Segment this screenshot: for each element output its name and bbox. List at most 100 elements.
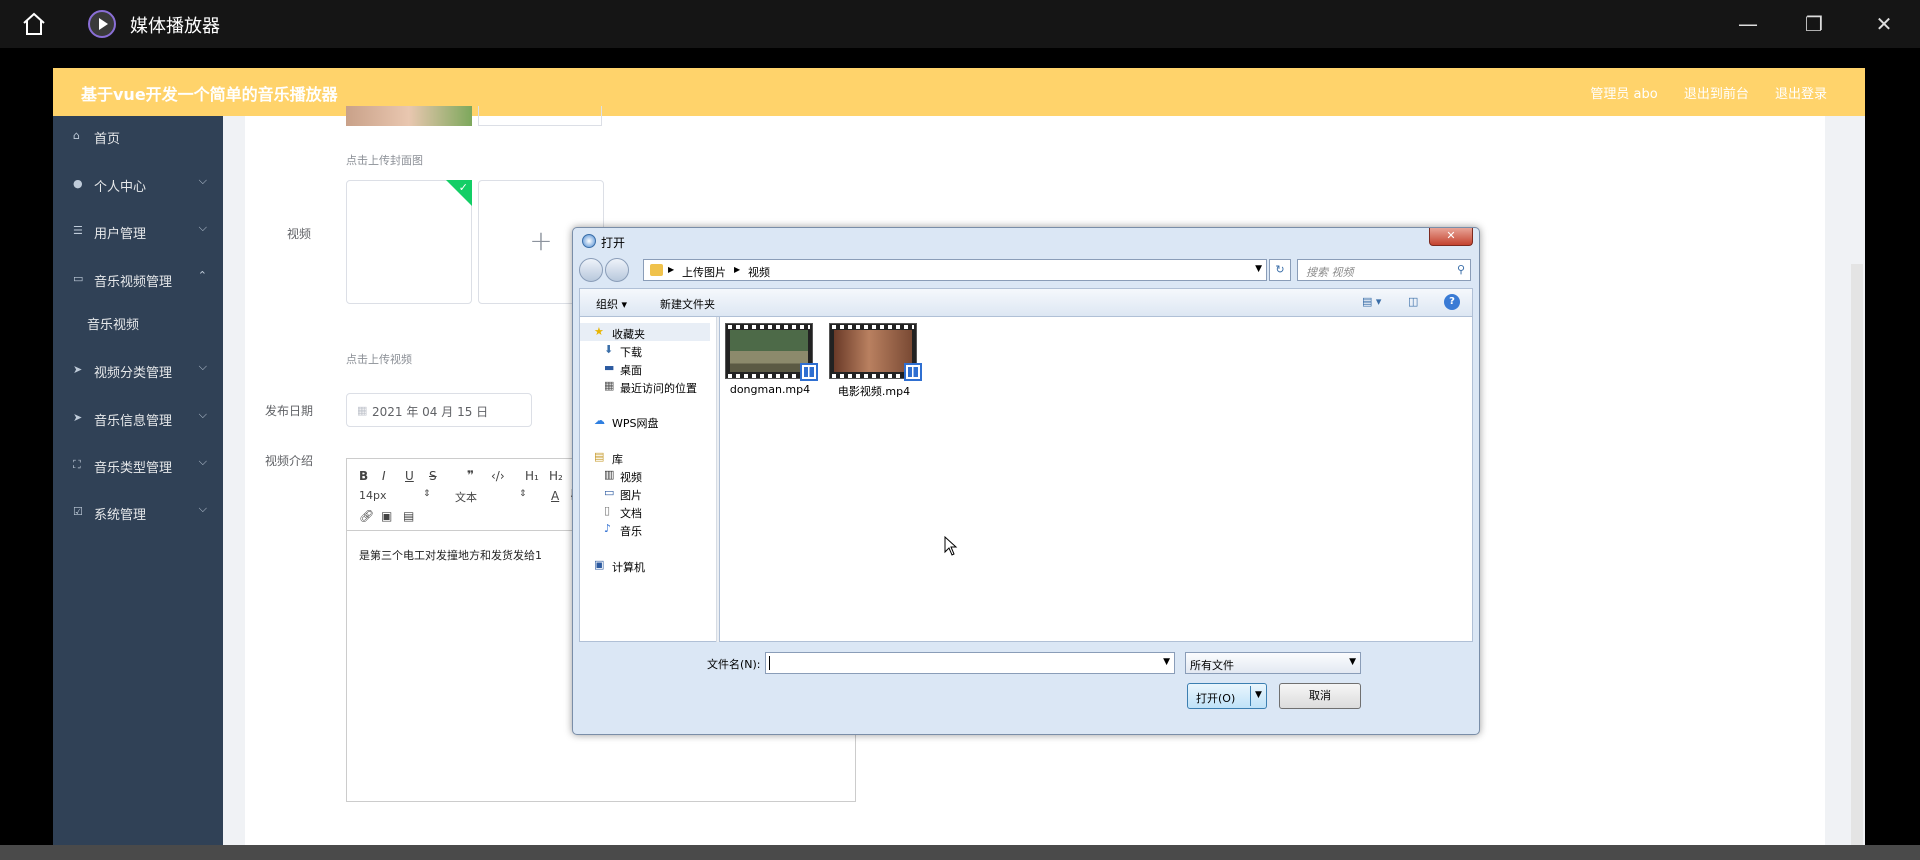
minimize-button[interactable]: — [1734, 10, 1762, 38]
chevron-down-icon: ⌵ [198, 360, 207, 373]
code-icon[interactable]: ‹/› [491, 469, 505, 483]
chevron-right-icon: ▶ [734, 265, 741, 274]
app-brand: 基于vue开发一个简单的音乐播放器 [81, 85, 338, 104]
folder-icon [650, 264, 663, 276]
video-label: 视频 [287, 227, 312, 241]
window-title: 媒体播放器 [130, 16, 220, 37]
split-separator [1250, 686, 1251, 706]
sort-icon: ⇕ [423, 489, 431, 499]
dialog-close-button[interactable]: ✕ [1429, 228, 1473, 246]
close-button[interactable]: ✕ [1870, 10, 1898, 38]
player-badge-icon [800, 363, 818, 381]
view-icon[interactable]: ▤ ▾ [1362, 295, 1381, 308]
italic-icon[interactable]: I [382, 469, 386, 483]
font-size-select[interactable]: 14px [359, 489, 387, 502]
forward-button[interactable] [605, 258, 629, 282]
admin-link[interactable]: 管理员 abo [1590, 87, 1657, 102]
organize-button[interactable]: 组织 ▾ [596, 296, 627, 312]
dialog-footer: 文件名(N): ▼ 所有文件 ▼ 打开(O) ▼ 取消 [579, 642, 1473, 728]
file-type-select[interactable]: 所有文件 ▼ [1185, 652, 1361, 674]
sidebar-item-system[interactable]: ☑ 系统管理 ⌵ [53, 492, 223, 532]
cancel-button[interactable]: 取消 [1279, 683, 1361, 709]
bold-icon[interactable]: B [359, 469, 368, 483]
video-icon[interactable]: ▤ [403, 509, 414, 523]
download-icon: ⬇ [604, 343, 614, 356]
navigation-bar: ▶ 上传图片 ▶ 视频 ▼ ↻ 搜索 视频 ⚲ [579, 258, 1473, 282]
preview-pane-icon[interactable]: ◫ [1408, 295, 1418, 308]
link-icon[interactable]: 🔗︎ [359, 509, 374, 523]
sidebar-item-video-category[interactable]: ➤ 视频分类管理 ⌵ [53, 350, 223, 390]
music-icon: ♪ [604, 522, 612, 535]
window-titlebar: 媒体播放器 — ❐ ✕ [0, 0, 1920, 48]
nav-pictures[interactable]: ▭ 图片 [580, 485, 710, 503]
computer-icon: ▣ [594, 558, 605, 571]
uploaded-video-item[interactable]: ✓ [346, 180, 472, 304]
nav-label: 图片 [620, 489, 642, 502]
new-folder-button[interactable]: 新建文件夹 [660, 296, 715, 312]
desktop-icon: ▬ [604, 361, 615, 374]
nav-label: 计算机 [612, 561, 645, 574]
h1-icon[interactable]: H₁ [525, 469, 539, 483]
breadcrumb-videos[interactable]: 视频 [748, 264, 770, 280]
restore-button[interactable]: ❐ [1800, 10, 1828, 38]
nav-desktop[interactable]: ▬ 桌面 [580, 360, 710, 378]
nav-computer[interactable]: ▣ 计算机 [580, 557, 710, 575]
file-item[interactable]: 电影视频.mp4 [824, 323, 924, 403]
file-name: dongman.mp4 [729, 383, 811, 396]
nav-music[interactable]: ♪ 音乐 [580, 521, 710, 539]
sidebar-item-music-info[interactable]: ➤ 音乐信息管理 ⌵ [53, 398, 223, 438]
underline-icon[interactable]: U [405, 469, 414, 483]
sidebar-item-music-type[interactable]: ⛶ 音乐类型管理 ⌵ [53, 445, 223, 485]
dropdown-icon[interactable]: ▼ [1163, 657, 1170, 667]
search-icon: ⚲ [1456, 263, 1465, 276]
cover-image[interactable] [346, 106, 472, 126]
page-scrollbar[interactable] [1851, 264, 1863, 860]
refresh-icon[interactable]: ↻ [1269, 259, 1291, 281]
list-icon: ☰ [73, 224, 83, 237]
help-icon[interactable]: ? [1444, 294, 1460, 310]
back-to-front-link[interactable]: 退出到前台 [1684, 87, 1749, 102]
nav-label: 收藏夹 [612, 328, 645, 341]
back-button[interactable] [579, 258, 603, 282]
scan-icon: ⛶ [73, 458, 81, 471]
file-item[interactable]: dongman.mp4 [720, 323, 820, 403]
dropdown-icon[interactable]: ▼ [1255, 264, 1262, 274]
nav-documents[interactable]: ▯ 文档 [580, 503, 710, 521]
logout-link[interactable]: 退出登录 [1775, 87, 1827, 102]
film-perforation [832, 325, 914, 329]
cover-upload-box[interactable] [478, 106, 602, 126]
filename-input[interactable]: ▼ [765, 652, 1175, 674]
open-button[interactable]: 打开(O) ▼ [1187, 683, 1267, 709]
block-type-select[interactable]: 文本 [455, 489, 477, 505]
nav-videos[interactable]: ▥ 视频 [580, 467, 710, 485]
sidebar-subitem-music-video[interactable]: 音乐视频 [53, 302, 223, 342]
home-icon[interactable] [20, 10, 48, 38]
address-bar[interactable]: ▶ 上传图片 ▶ 视频 ▼ [643, 259, 1267, 281]
strike-icon[interactable]: S [429, 469, 437, 483]
dropdown-icon[interactable]: ▼ [1255, 690, 1262, 700]
breadcrumb-upload-images[interactable]: 上传图片 [682, 264, 726, 280]
date-picker[interactable]: ▦ 2021 年 04 月 15 日 [346, 393, 532, 427]
nav-label: 视频 [620, 471, 642, 484]
open-label: 打开(O) [1196, 692, 1236, 705]
editor-content[interactable]: 是第三个电工对发撞地方和发货发给1 [359, 547, 542, 563]
sidebar-item-music-video[interactable]: ▭ 音乐视频管理 ⌃ [53, 259, 223, 299]
quote-icon[interactable]: ❞ [467, 468, 474, 482]
image-icon[interactable]: ▣ [381, 509, 392, 523]
search-box[interactable]: 搜索 视频 ⚲ [1297, 259, 1471, 281]
h2-icon[interactable]: H₂ [549, 469, 563, 483]
file-type-value: 所有文件 [1190, 659, 1234, 672]
sidebar-item-home[interactable]: ⌂ 首页 [53, 116, 223, 156]
nav-wps-cloud[interactable]: ☁ WPS网盘 [580, 413, 710, 431]
video-hint: 点击上传视频 [346, 353, 412, 366]
nav-downloads[interactable]: ⬇ 下载 [580, 342, 710, 360]
nav-library[interactable]: ▤ 库 [580, 449, 710, 467]
sidebar-item-users[interactable]: ☰ 用户管理 ⌵ [53, 211, 223, 251]
nav-favorites[interactable]: ★ 收藏夹 [580, 324, 710, 342]
font-color-icon[interactable]: A [551, 489, 559, 503]
sort-icon: ⇕ [519, 489, 527, 499]
player-badge-icon [904, 363, 922, 381]
chevron-right-icon: ▶ [668, 265, 675, 274]
sidebar-item-profile[interactable]: ● 个人中心 ⌵ [53, 164, 223, 204]
nav-recent[interactable]: ▦ 最近访问的位置 [580, 378, 710, 396]
